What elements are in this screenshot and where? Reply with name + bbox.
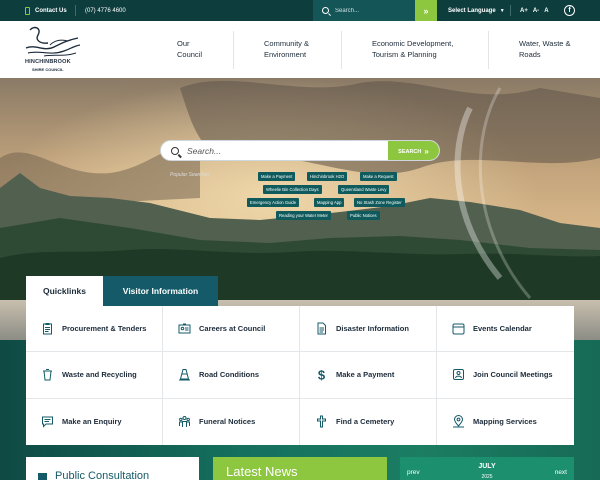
top-search-input[interactable] <box>335 7 415 14</box>
contact-us-link[interactable]: Contact Us <box>25 0 67 21</box>
quicklink-find-a-cemetery[interactable]: Find a Cemetery <box>300 398 437 445</box>
quicklinks-grid: Procurement & Tenders Careers at Council… <box>26 306 574 445</box>
hero-search-button[interactable]: SEARCH » <box>388 141 439 160</box>
consultation-icon <box>38 473 47 480</box>
council-logo-icon[interactable] <box>24 26 82 60</box>
text-size-controls: A+ A- A <box>520 0 549 21</box>
chip-reading-your-water-meter[interactable]: Reading your Water Meter <box>276 211 331 220</box>
quicklink-label: Find a Cemetery <box>336 417 395 427</box>
quicklink-label: Funeral Notices <box>199 417 256 427</box>
nav-divider <box>233 31 234 69</box>
mobile-phone-icon <box>25 6 30 15</box>
nav-community-environment[interactable]: Community & Environment <box>264 39 309 60</box>
quicklink-funeral-notices[interactable]: Funeral Notices <box>163 398 300 445</box>
people-icon <box>179 416 190 428</box>
calendar-icon <box>452 323 465 335</box>
search-button-label: SEARCH <box>398 148 422 155</box>
calendar-year: 2025 <box>481 474 493 480</box>
facebook-icon[interactable]: f <box>564 5 575 16</box>
chip-wheelie-bin-collection-days[interactable]: Wheelie Bin Collection Days <box>263 185 322 194</box>
language-label: Select Language <box>448 7 496 14</box>
public-consultation-panel[interactable]: Public Consultation <box>26 457 199 480</box>
quicklink-label: Waste and Recycling <box>62 370 137 380</box>
quicklink-road-conditions[interactable]: Road Conditions <box>163 352 300 399</box>
traffic-cone-icon <box>179 369 190 381</box>
dollar-icon: $ <box>318 368 326 381</box>
double-chevron-right-icon: » <box>424 147 429 156</box>
quicklink-make-a-payment[interactable]: $ Make a Payment <box>300 352 437 399</box>
chip-mapping-app[interactable]: Mapping App <box>314 198 345 207</box>
contact-us-label: Contact Us <box>35 7 67 14</box>
events-calendar-panel: prev JULY 2025 next <box>400 457 574 480</box>
divider <box>510 5 511 16</box>
map-pin-icon <box>453 415 464 428</box>
document-icon <box>317 322 326 335</box>
nav-divider <box>488 31 489 69</box>
logo-subtitle: SHIRE COUNCIL <box>32 67 64 72</box>
quicklink-label: Disaster Information <box>336 324 409 334</box>
utility-bar: Contact Us (07) 4776 4600 » Select Langu… <box>0 0 600 21</box>
clipboard-icon <box>43 323 52 335</box>
quicklink-mapping-services[interactable]: Mapping Services <box>437 399 574 445</box>
quicklink-label: Road Conditions <box>199 370 259 380</box>
quicklink-careers-at-council[interactable]: Careers at Council <box>163 306 300 353</box>
top-search-button[interactable]: » <box>415 0 437 21</box>
chip-hinchinbrook-h2o[interactable]: Hinchinbrook H2O <box>307 172 348 181</box>
nav-our-council[interactable]: Our Council <box>177 39 202 60</box>
public-consultation-title: Public Consultation <box>55 470 150 480</box>
nav-water-waste-roads[interactable]: Water, Waste & Roads <box>519 39 571 60</box>
logo-name: HINCHINBROOK <box>25 59 71 65</box>
quicklink-label: Careers at Council <box>199 324 266 334</box>
top-search-box: » <box>313 0 437 21</box>
quicklink-waste-and-recycling[interactable]: Waste and Recycling <box>26 352 163 399</box>
chip-queensland-waste-levy[interactable]: Queensland Waste Levy <box>338 185 390 194</box>
chat-icon <box>42 416 53 429</box>
quicklink-label: Mapping Services <box>473 417 537 427</box>
bin-icon <box>43 369 52 381</box>
nav-economic-development[interactable]: Economic Development, Tourism & Planning <box>372 39 453 60</box>
chip-make-a-payment[interactable]: Make a Payment <box>258 172 296 181</box>
chip-emergency-action-guide[interactable]: Emergency Action Guide <box>247 198 300 207</box>
quicklink-label: Join Council Meetings <box>473 370 553 380</box>
tab-quicklinks[interactable]: Quicklinks <box>26 276 103 306</box>
phone-number[interactable]: (07) 4776 4600 <box>85 0 126 21</box>
text-size-decrease[interactable]: A- <box>533 8 539 14</box>
id-card-icon <box>178 323 191 334</box>
nav-divider <box>341 31 342 69</box>
chevron-down-icon: ▼ <box>499 7 505 14</box>
svg-text:$: $ <box>318 368 326 381</box>
chip-make-a-request[interactable]: Make a Request <box>360 172 397 181</box>
calendar-month: JULY <box>478 463 496 470</box>
search-icon <box>322 7 329 14</box>
text-size-increase[interactable]: A+ <box>520 8 528 14</box>
meeting-icon <box>453 369 464 381</box>
quicklink-label: Make a Payment <box>336 370 395 380</box>
quicklink-label: Make an Enquiry <box>62 417 122 427</box>
quicklink-make-an-enquiry[interactable]: Make an Enquiry <box>26 398 163 445</box>
quicklink-procurement-tenders[interactable]: Procurement & Tenders <box>26 306 163 353</box>
latest-news-panel[interactable]: Latest News <box>213 457 387 480</box>
hero-search-input[interactable] <box>187 145 387 156</box>
cross-icon <box>317 415 326 428</box>
divider <box>75 5 76 16</box>
calendar-next-button[interactable]: next <box>555 469 567 476</box>
latest-news-title: Latest News <box>226 464 298 479</box>
quicklink-label: Procurement & Tenders <box>62 324 147 334</box>
quicklink-events-calendar[interactable]: Events Calendar <box>437 306 574 353</box>
tab-visitor-information[interactable]: Visitor Information <box>103 276 218 306</box>
chip-no-stash-zone-register[interactable]: No Stash Zone Register <box>354 198 405 207</box>
quicklink-label: Events Calendar <box>473 324 532 334</box>
hero-search-box: SEARCH » <box>160 140 440 161</box>
popular-searches-label: Popular Searches <box>170 172 210 178</box>
search-icon <box>171 146 179 155</box>
chip-public-notices[interactable]: Public Notices <box>347 211 380 220</box>
quicklink-join-council-meetings[interactable]: Join Council Meetings <box>437 352 574 399</box>
language-select[interactable]: Select Language ▼ <box>448 0 505 21</box>
quicklink-disaster-information[interactable]: Disaster Information <box>300 306 437 353</box>
text-size-reset[interactable]: A <box>544 8 548 14</box>
